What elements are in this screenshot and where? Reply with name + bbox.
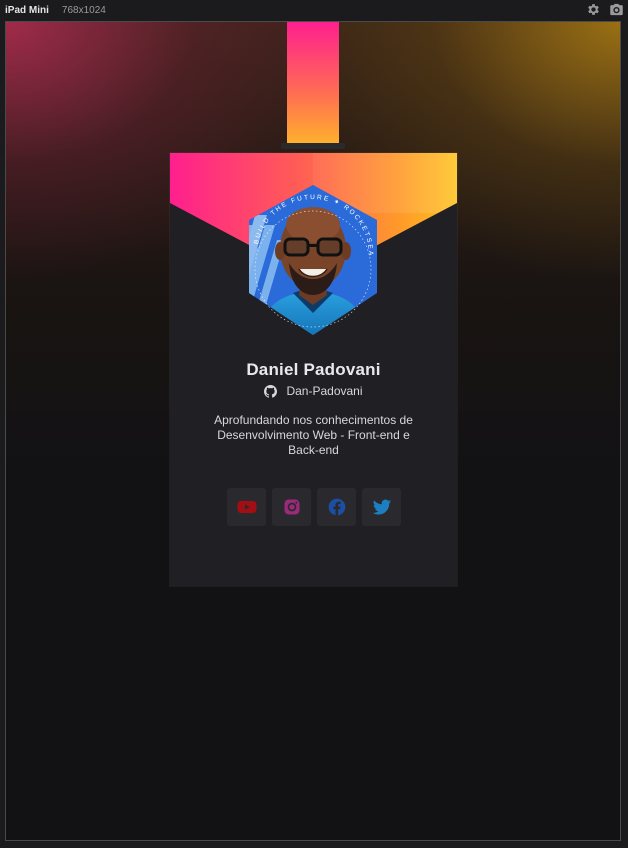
social-links bbox=[227, 488, 401, 526]
lanyard-clip bbox=[281, 143, 345, 149]
device-viewport: BUILD THE FUTURE ✦ ROCKETSEAT Daniel Pad… bbox=[5, 21, 621, 841]
toolbar-actions bbox=[586, 2, 624, 17]
youtube-link[interactable] bbox=[227, 488, 266, 526]
lanyard-strap bbox=[287, 22, 339, 147]
twitter-link[interactable] bbox=[362, 488, 401, 526]
camera-icon[interactable] bbox=[609, 2, 624, 17]
device-name[interactable]: iPad Mini bbox=[5, 5, 49, 16]
badge-bio: Aprofundando nos conhecimentos de Desenv… bbox=[214, 413, 413, 457]
gear-icon[interactable] bbox=[586, 2, 601, 17]
instagram-link[interactable] bbox=[272, 488, 311, 526]
instagram-icon bbox=[282, 497, 302, 517]
badge-name: Daniel Padovani bbox=[246, 360, 381, 379]
github-username: Dan-Padovani bbox=[286, 384, 363, 398]
device-dimensions: 768x1024 bbox=[61, 4, 106, 16]
twitter-icon bbox=[372, 497, 392, 517]
device-toolbar: iPad Mini 768x1024 bbox=[0, 0, 628, 20]
facebook-icon bbox=[327, 497, 347, 517]
github-icon bbox=[264, 384, 278, 398]
badge-card: BUILD THE FUTURE ✦ ROCKETSEAT Daniel Pad… bbox=[170, 153, 457, 586]
youtube-icon bbox=[236, 497, 257, 517]
github-link[interactable]: Dan-Padovani bbox=[170, 384, 457, 398]
facebook-link[interactable] bbox=[317, 488, 356, 526]
avatar: BUILD THE FUTURE ✦ ROCKETSEAT bbox=[249, 185, 377, 335]
